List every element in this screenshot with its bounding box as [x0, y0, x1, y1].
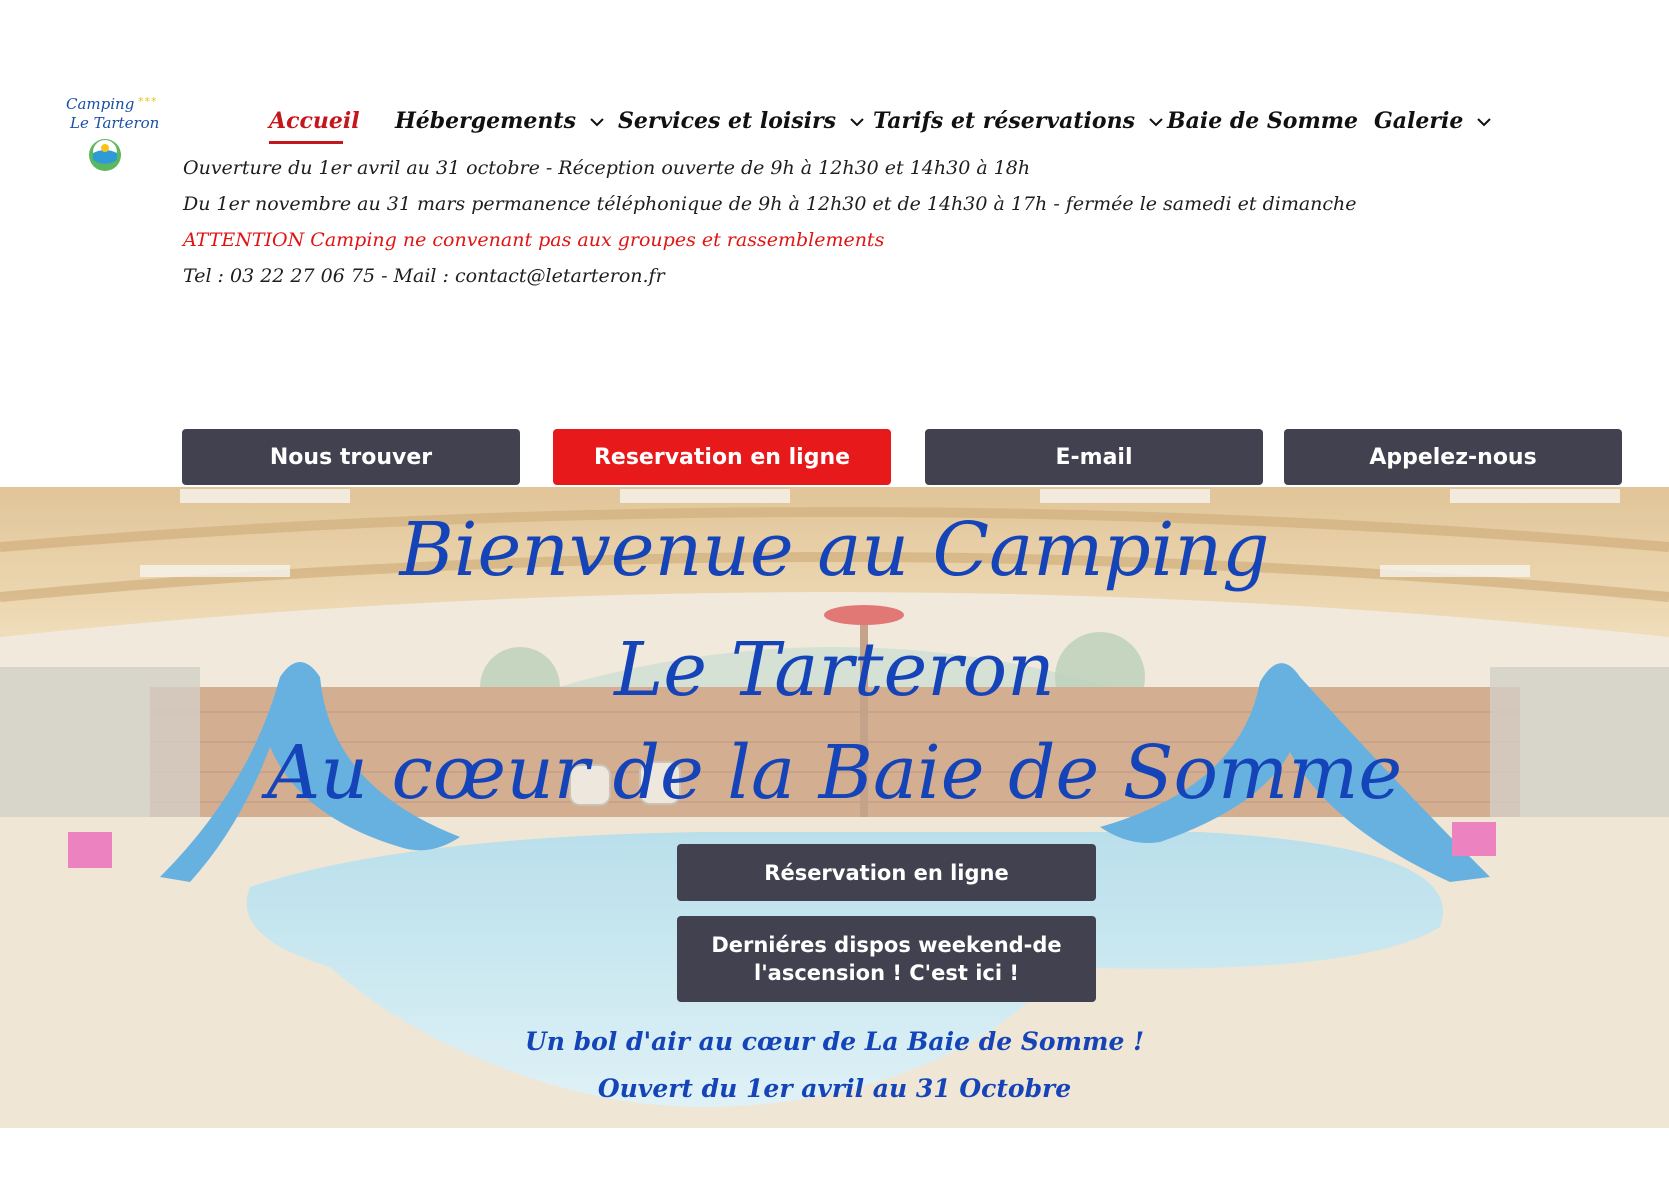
email-button[interactable]: E-mail — [925, 429, 1263, 485]
hero-opening-dates: Ouvert du 1er avril au 31 Octobre — [597, 1074, 1072, 1103]
hero-banner: Bienvenue au Camping Le Tarteron Au cœur… — [0, 487, 1669, 1128]
nav-item-hebergements[interactable]: Hébergements — [395, 108, 604, 134]
nav-item-label: Hébergements — [395, 108, 576, 134]
call-us-button[interactable]: Appelez-nous — [1284, 429, 1622, 485]
hero-booking-button[interactable]: Réservation en ligne — [677, 844, 1096, 901]
hero-title-line3: Au cœur de la Baie de Somme — [266, 730, 1403, 816]
nav-item-accueil[interactable]: Accueil — [269, 108, 360, 134]
winter-hours-text: Du 1er novembre au 31 mars permanence té… — [183, 193, 1357, 215]
chevron-down-icon — [1149, 117, 1163, 126]
nav-item-services-loisirs[interactable]: Services et loisirs — [618, 108, 864, 134]
online-booking-button[interactable]: Reservation en ligne — [553, 429, 891, 485]
hero-title-line2: Le Tarteron — [614, 627, 1055, 713]
nav-item-tarifs-reservations[interactable]: Tarifs et réservations — [873, 108, 1163, 134]
chevron-down-icon — [850, 117, 864, 126]
nav-item-baie-de-somme[interactable]: Baie de Somme — [1167, 108, 1358, 134]
warning-text: ATTENTION Camping ne convenant pas aux g… — [183, 229, 885, 251]
hero-availability-button[interactable]: Derniéres dispos weekend-de l'ascension … — [677, 916, 1096, 1002]
main-nav: Accueil Hébergements Services et loisirs… — [0, 100, 1669, 144]
nav-item-label: Galerie — [1374, 108, 1464, 134]
opening-hours-text: Ouverture du 1er avril au 31 octobre - R… — [183, 157, 1031, 179]
nav-item-galerie[interactable]: Galerie — [1374, 108, 1492, 134]
availability-button-line2: l'ascension ! C'est ici ! — [754, 961, 1019, 985]
hero-title-line1: Bienvenue au Camping — [399, 507, 1270, 593]
nav-item-label: Tarifs et réservations — [873, 108, 1135, 134]
nav-item-label: Services et loisirs — [618, 108, 836, 134]
find-us-button[interactable]: Nous trouver — [182, 429, 520, 485]
availability-button-line1: Derniéres dispos weekend-de — [711, 933, 1062, 957]
contact-text: Tel : 03 22 27 06 75 - Mail : contact@le… — [183, 265, 665, 287]
chevron-down-icon — [1477, 117, 1492, 126]
nav-active-underline — [269, 141, 343, 144]
chevron-down-icon — [590, 117, 604, 126]
hero-tagline: Un bol d'air au cœur de La Baie de Somme… — [524, 1027, 1145, 1056]
